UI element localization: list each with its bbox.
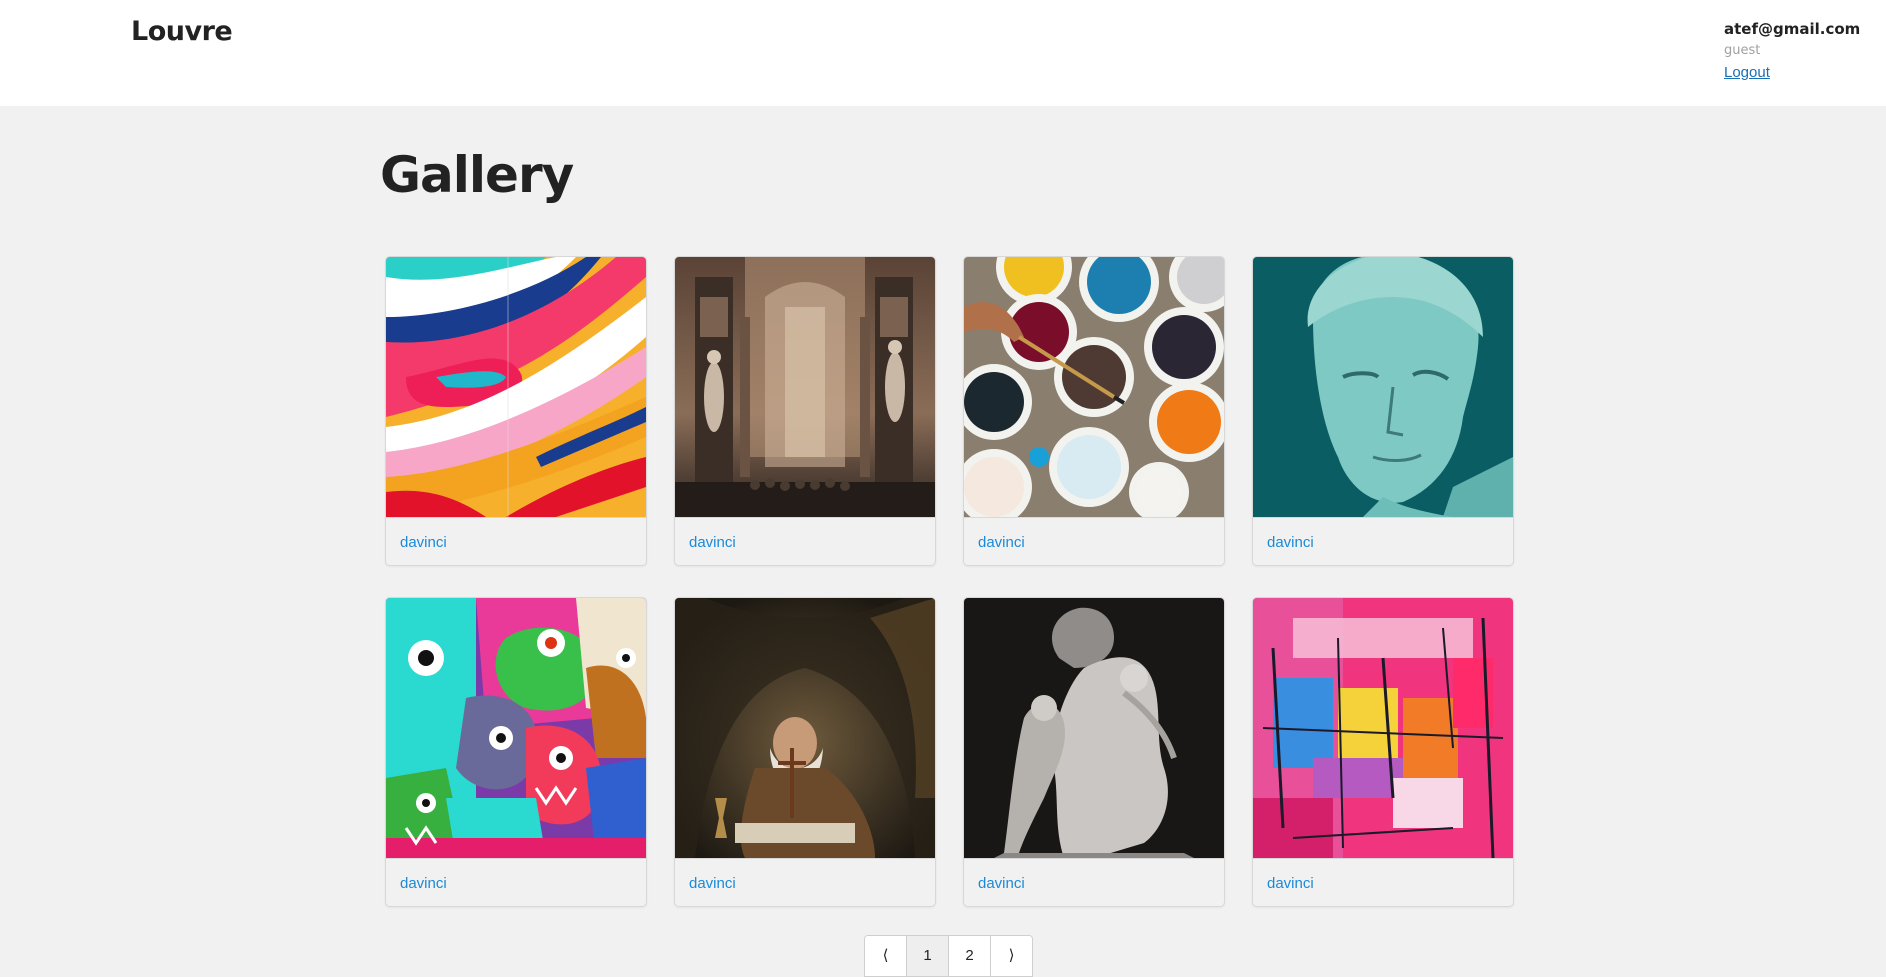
- artwork-card[interactable]: davinci: [1252, 256, 1514, 566]
- artwork-card[interactable]: davinci: [1252, 597, 1514, 907]
- artwork-card[interactable]: davinci: [963, 256, 1225, 566]
- pagination: ⟨ 1 2 ⟩: [864, 935, 1033, 977]
- card-footer: davinci: [1253, 858, 1513, 906]
- card-footer: davinci: [675, 858, 935, 906]
- artist-link[interactable]: davinci: [400, 534, 447, 551]
- artwork-card[interactable]: davinci: [385, 597, 647, 907]
- artwork-card[interactable]: davinci: [674, 256, 936, 566]
- page-title: Gallery: [380, 146, 574, 204]
- chevron-right-icon[interactable]: ⟩: [991, 936, 1032, 976]
- user-menu: atef@gmail.com guest Logout: [1724, 20, 1860, 81]
- artwork-card[interactable]: davinci: [385, 256, 647, 566]
- logout-link[interactable]: Logout: [1724, 64, 1860, 81]
- artwork-image[interactable]: [964, 598, 1224, 858]
- user-email: atef@gmail.com: [1724, 20, 1861, 38]
- artwork-image[interactable]: [386, 598, 646, 858]
- artwork-image[interactable]: [1253, 257, 1513, 517]
- page-button-1[interactable]: 1: [907, 936, 949, 976]
- card-footer: davinci: [386, 517, 646, 565]
- page-button-2[interactable]: 2: [949, 936, 991, 976]
- artwork-image[interactable]: [1253, 598, 1513, 858]
- card-footer: davinci: [964, 517, 1224, 565]
- artwork-card[interactable]: davinci: [963, 597, 1225, 907]
- user-role: guest: [1724, 43, 1761, 58]
- card-footer: davinci: [1253, 517, 1513, 565]
- artist-link[interactable]: davinci: [1267, 534, 1314, 551]
- card-footer: davinci: [675, 517, 935, 565]
- top-navbar: Louvre atef@gmail.com guest Logout: [0, 0, 1886, 106]
- artist-link[interactable]: davinci: [689, 875, 736, 892]
- artist-link[interactable]: davinci: [978, 875, 1025, 892]
- artist-link[interactable]: davinci: [978, 534, 1025, 551]
- artwork-image[interactable]: [386, 257, 646, 517]
- brand-logo[interactable]: Louvre: [131, 16, 233, 47]
- artist-link[interactable]: davinci: [1267, 875, 1314, 892]
- artist-link[interactable]: davinci: [689, 534, 736, 551]
- artist-link[interactable]: davinci: [400, 875, 447, 892]
- artwork-image[interactable]: [675, 257, 935, 517]
- card-footer: davinci: [964, 858, 1224, 906]
- artwork-image[interactable]: [675, 598, 935, 858]
- card-footer: davinci: [386, 858, 646, 906]
- chevron-left-icon[interactable]: ⟨: [865, 936, 907, 976]
- gallery-grid: davinci davinci davinci davinci davinci …: [385, 256, 1515, 907]
- artwork-card[interactable]: davinci: [674, 597, 936, 907]
- artwork-image[interactable]: [964, 257, 1224, 517]
